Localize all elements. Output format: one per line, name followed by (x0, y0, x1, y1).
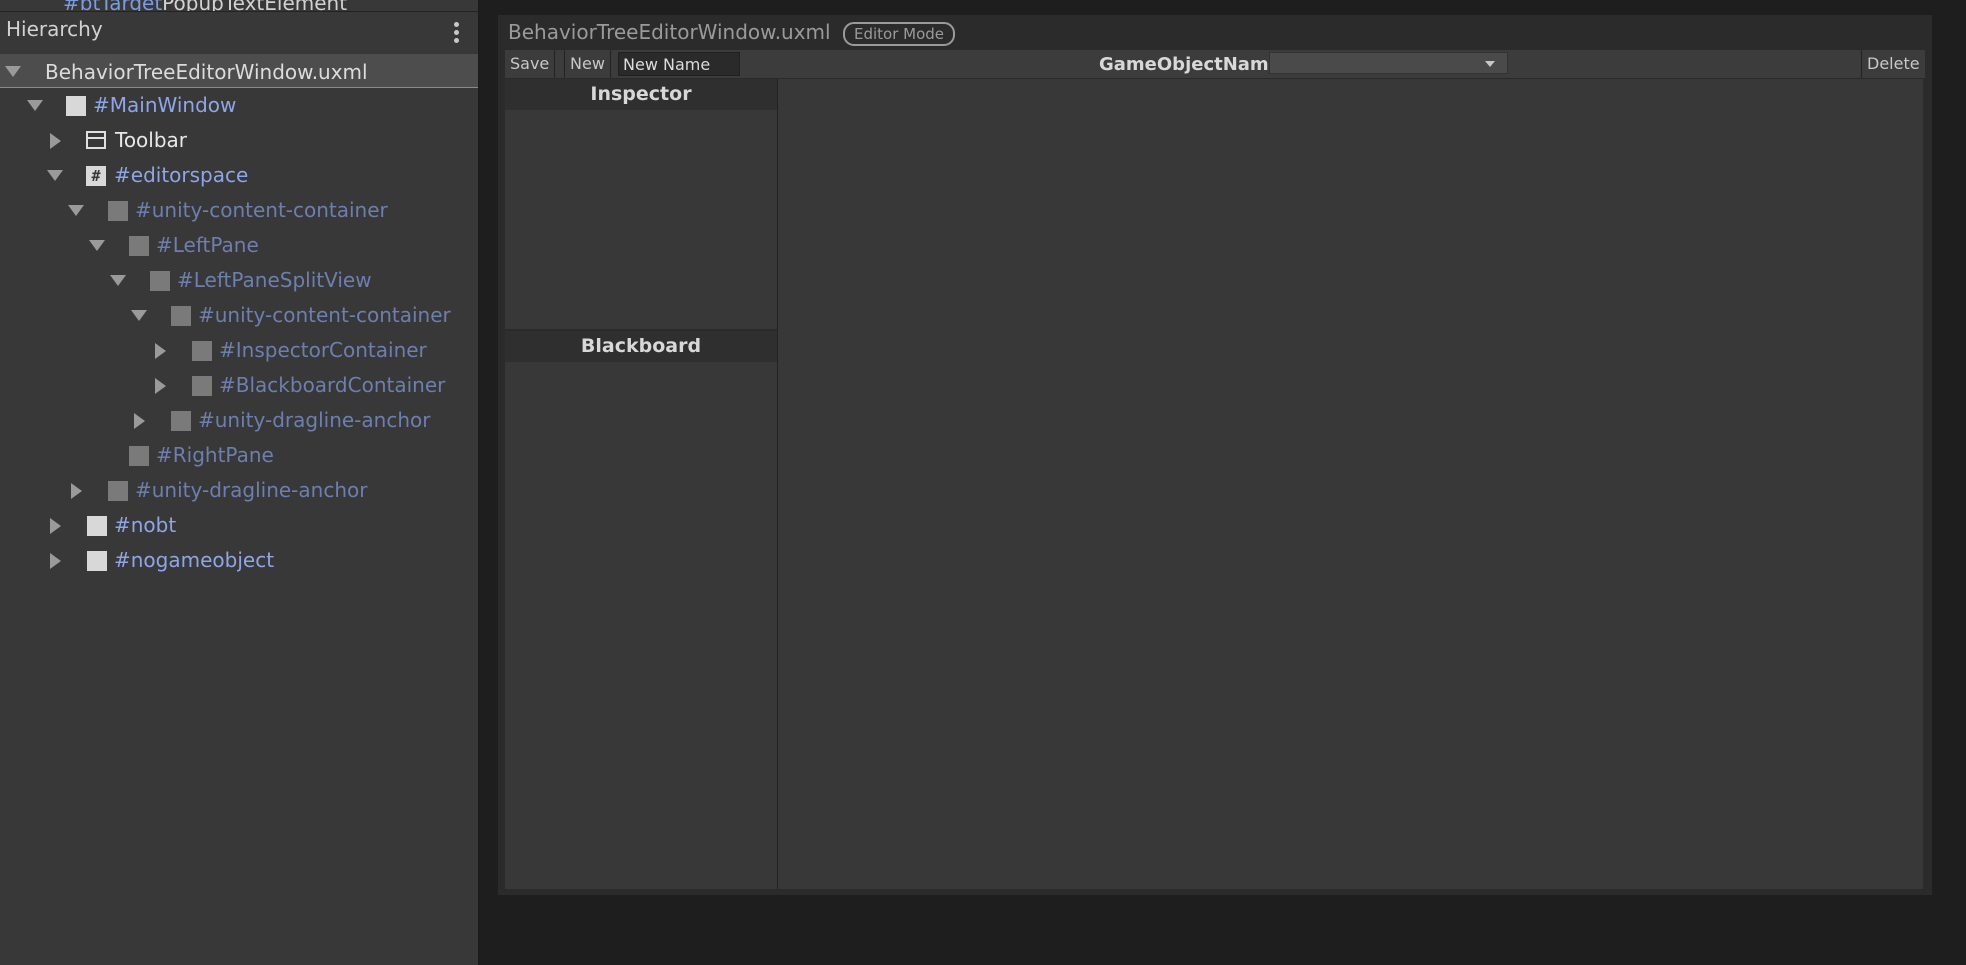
element-icon (129, 236, 149, 256)
inspector-header: Inspector (505, 79, 777, 110)
new-name-field[interactable]: New Name (618, 52, 740, 76)
tree-item-label: #unity-content-container (135, 198, 388, 222)
more-options-icon[interactable] (449, 22, 463, 46)
tree-item-label: #MainWindow (93, 93, 237, 117)
hash-icon: # (86, 166, 106, 186)
tree-item-label: #nogameobject (114, 548, 275, 572)
element-icon (192, 341, 212, 361)
tree-item-nobt[interactable]: #nobt (0, 508, 478, 543)
delete-button[interactable]: Delete (1861, 50, 1925, 78)
editor-mode-badge[interactable]: Editor Mode (843, 22, 956, 46)
tree-item-label: #LeftPane (156, 233, 259, 257)
element-icon (150, 271, 170, 291)
tree-item-label: #unity-dragline-anchor (135, 478, 368, 502)
collapse-arrow-icon[interactable] (134, 413, 145, 429)
tree-item-nogameobject[interactable]: #nogameobject (0, 543, 478, 578)
tree-item-label: #nobt (114, 513, 177, 537)
collapse-arrow-icon[interactable] (50, 133, 61, 149)
collapse-arrow-icon[interactable] (50, 518, 61, 534)
tree-item-label: Toolbar (115, 128, 188, 152)
tree-item-inspector-container[interactable]: #InspectorContainer (0, 333, 478, 368)
expand-arrow-icon[interactable] (5, 66, 21, 77)
tree-item-content-container[interactable]: #unity-content-container (0, 193, 478, 228)
expand-arrow-icon[interactable] (68, 205, 84, 216)
expand-arrow-icon[interactable] (131, 310, 147, 321)
collapse-arrow-icon[interactable] (71, 483, 82, 499)
hierarchy-root-row[interactable]: BehaviorTreeEditorWindow.uxml (0, 54, 478, 88)
tree-item-rightpane[interactable]: #RightPane (0, 438, 478, 473)
tree-item-leftpane-splitview[interactable]: #LeftPaneSplitView (0, 263, 478, 298)
element-icon (87, 551, 107, 571)
tree-item-dragline-anchor-inner[interactable]: #unity-dragline-anchor (0, 403, 478, 438)
element-icon (192, 376, 212, 396)
element-icon (129, 446, 149, 466)
tree-item-content-container-inner[interactable]: #unity-content-container (0, 298, 478, 333)
hierarchy-header: Hierarchy (0, 11, 478, 55)
tree-item-label: #editorspace (114, 163, 249, 187)
blackboard-header: Blackboard (505, 331, 777, 362)
element-icon (171, 411, 191, 431)
tree-item-editorspace[interactable]: # #editorspace (0, 158, 478, 193)
right-pane[interactable] (778, 79, 1923, 889)
expand-arrow-icon[interactable] (47, 170, 63, 181)
chevron-down-icon (1485, 61, 1495, 67)
expand-arrow-icon[interactable] (27, 100, 43, 111)
element-icon (108, 481, 128, 501)
toolbar: Save New New Name GameObjectName Delete (505, 50, 1925, 79)
element-icon (171, 306, 191, 326)
collapse-arrow-icon[interactable] (50, 553, 61, 569)
tree-item-label: #RightPane (156, 443, 274, 467)
tree-item-mainwindow[interactable]: #MainWindow (0, 88, 478, 123)
editor-space: Inspector Blackboard (505, 79, 1923, 889)
hierarchy-panel: #btTargetPopupTextElement Hierarchy Beha… (0, 0, 479, 965)
element-icon (87, 516, 107, 536)
editor-window: BehaviorTreeEditorWindow.uxml Editor Mod… (498, 15, 1932, 895)
tree-item-blackboard-container[interactable]: #BlackboardContainer (0, 368, 478, 403)
element-icon (108, 201, 128, 221)
toolbar-icon (86, 131, 106, 149)
hierarchy-title: Hierarchy (6, 17, 103, 41)
tree-item-leftpane[interactable]: #LeftPane (0, 228, 478, 263)
root-label: BehaviorTreeEditorWindow.uxml (45, 60, 368, 84)
window-title: BehaviorTreeEditorWindow.uxml (508, 20, 831, 44)
tree-item-label: #LeftPaneSplitView (177, 268, 372, 292)
collapse-arrow-icon[interactable] (155, 378, 166, 394)
expand-arrow-icon[interactable] (89, 240, 105, 251)
gameobject-name-label: GameObjectName (1099, 54, 1281, 75)
tree-item-dragline-anchor[interactable]: #unity-dragline-anchor (0, 473, 478, 508)
inspector-container (505, 110, 777, 330)
tree-item-label: #unity-content-container (198, 303, 451, 327)
tree-item-label: #InspectorContainer (219, 338, 427, 362)
expand-arrow-icon[interactable] (110, 275, 126, 286)
gameobject-dropdown[interactable] (1269, 52, 1508, 74)
element-icon (66, 96, 86, 116)
collapse-arrow-icon[interactable] (155, 343, 166, 359)
save-button[interactable]: Save (505, 50, 556, 78)
tree-item-toolbar[interactable]: Toolbar (0, 123, 478, 158)
tree-item-label: #BlackboardContainer (219, 373, 446, 397)
new-button[interactable]: New (564, 50, 611, 78)
left-pane: Inspector Blackboard (505, 79, 778, 889)
tree-item-label: #unity-dragline-anchor (198, 408, 431, 432)
blackboard-container (505, 362, 777, 889)
